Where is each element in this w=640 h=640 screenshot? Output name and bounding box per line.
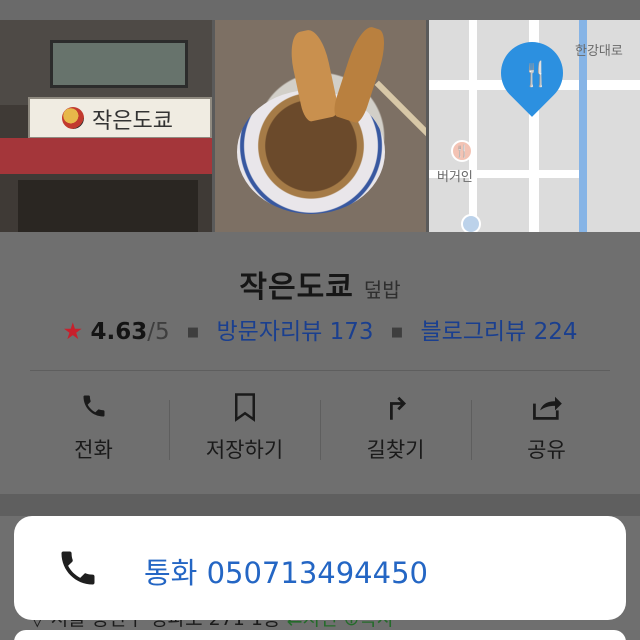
section-band bbox=[0, 494, 640, 516]
rating-score: 4.63 bbox=[90, 319, 148, 345]
poi-location-icon bbox=[461, 214, 481, 232]
place-name: 작은도쿄 bbox=[239, 270, 354, 305]
action-bar: 전화 저장하기 길찾기 공유 bbox=[18, 392, 622, 472]
title-row: 작은도쿄 덮밥 bbox=[0, 262, 640, 306]
call-number-button[interactable]: 통화 050713494450 bbox=[144, 550, 428, 592]
photo-strip: 작은도쿄 한강대로 🍴 🍴 버거인 bbox=[0, 0, 640, 232]
restaurant-fork-knife-icon: 🍴 bbox=[521, 60, 551, 88]
map-street-label: 한강대로 bbox=[575, 44, 623, 59]
phone-icon bbox=[56, 546, 100, 590]
share-icon bbox=[471, 392, 622, 430]
star-icon: ★ bbox=[62, 319, 84, 345]
cancel-sheet-edge[interactable] bbox=[14, 630, 626, 640]
tempura-shrimp bbox=[330, 23, 392, 125]
storefront-door bbox=[18, 180, 198, 232]
directions-icon bbox=[320, 392, 471, 430]
call-action-button[interactable]: 전화 bbox=[18, 392, 169, 472]
poi-restaurant-icon: 🍴 bbox=[451, 140, 473, 162]
blog-reviews-link[interactable]: 블로그리뷰 224 bbox=[420, 319, 577, 345]
call-action-sheet[interactable]: 통화 050713494450 bbox=[14, 516, 626, 620]
share-action-button[interactable]: 공유 bbox=[471, 392, 622, 472]
separator-dot: ■ bbox=[186, 325, 200, 340]
storefront-awning bbox=[0, 138, 212, 174]
directions-action-button[interactable]: 길찾기 bbox=[320, 392, 471, 472]
bookmark-icon bbox=[169, 392, 320, 430]
sign-logo-icon bbox=[62, 107, 84, 129]
rating-row: ★ 4.63/5 ■ 방문자리뷰 173 ■ 블로그리뷰 224 bbox=[0, 312, 640, 346]
storefront-signboard: 작은도쿄 bbox=[28, 97, 212, 139]
map-poi-label: 버거인 bbox=[437, 170, 473, 185]
call-action-label: 전화 bbox=[74, 438, 113, 462]
visitor-reviews-link[interactable]: 방문자리뷰 173 bbox=[217, 319, 374, 345]
photo-top-band bbox=[0, 0, 640, 20]
save-action-button[interactable]: 저장하기 bbox=[169, 392, 320, 472]
rating-max: /5 bbox=[147, 319, 170, 345]
divider bbox=[30, 370, 610, 371]
photo-storefront[interactable]: 작은도쿄 bbox=[0, 20, 212, 232]
photo-map[interactable]: 한강대로 🍴 🍴 버거인 bbox=[429, 20, 640, 232]
phone-icon bbox=[18, 392, 169, 430]
place-category: 덮밥 bbox=[363, 278, 401, 302]
chopsticks bbox=[374, 80, 426, 142]
photo-food[interactable] bbox=[215, 20, 426, 232]
save-action-label: 저장하기 bbox=[205, 438, 284, 462]
separator-dot: ■ bbox=[390, 325, 404, 340]
share-action-label: 공유 bbox=[527, 438, 566, 462]
storefront-window bbox=[50, 40, 188, 88]
sign-text: 작은도쿄 bbox=[92, 109, 173, 134]
directions-action-label: 길찾기 bbox=[366, 438, 425, 462]
map-road bbox=[469, 20, 477, 232]
